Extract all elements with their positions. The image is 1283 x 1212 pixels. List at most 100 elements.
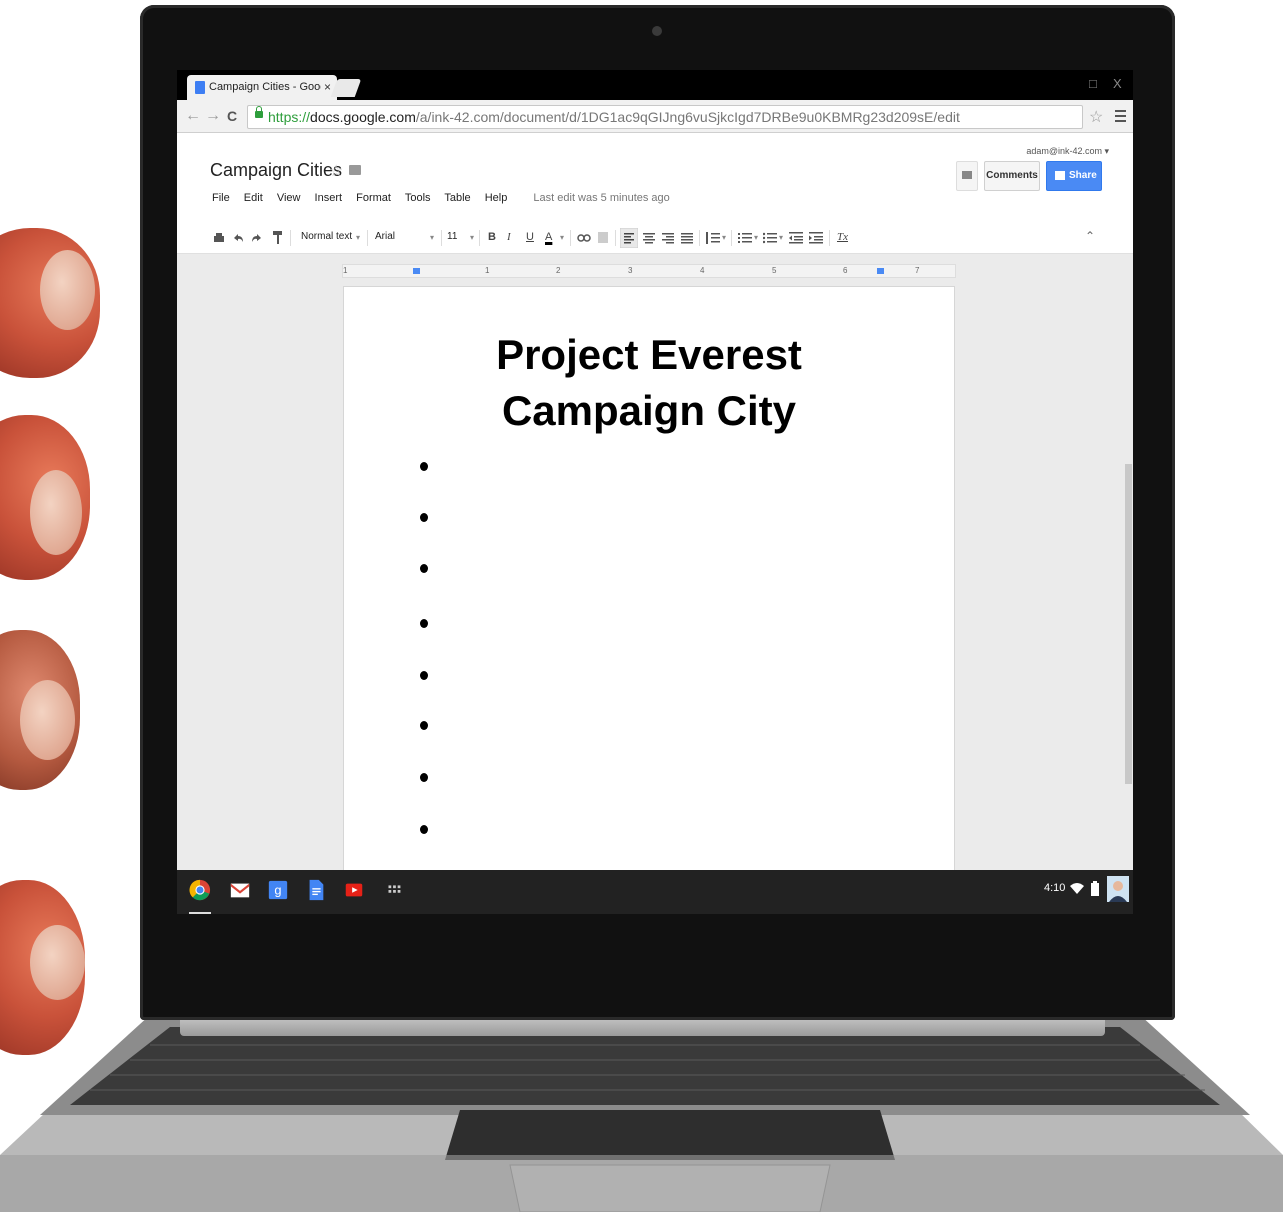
docs-header: Campaign Cities ☆ File Edit View Insert …	[177, 133, 1133, 224]
youtube-icon[interactable]	[343, 878, 365, 902]
browser-menu-icon[interactable]	[1115, 110, 1126, 125]
ruler[interactable]: 1 1 2 3 4 5 6 7	[342, 264, 956, 278]
italic-button[interactable]: I	[507, 231, 511, 243]
clock[interactable]: 4:10	[1044, 882, 1065, 894]
paint-format-icon[interactable]	[273, 230, 283, 246]
clear-formatting-button[interactable]: Tx	[837, 231, 848, 243]
tab-close-icon[interactable]: ×	[324, 80, 331, 94]
font-dropdown-icon[interactable]: ▾	[430, 233, 434, 242]
os-shelf: g 4:10	[177, 870, 1133, 914]
vertical-scrollbar[interactable]	[1125, 464, 1132, 784]
bullet-point[interactable]	[420, 721, 428, 730]
bold-button[interactable]: B	[488, 231, 496, 243]
formatting-toolbar: Normal text ▾ Arial ▾ 11 ▾ B I U A ▾ ▾ ▾…	[177, 223, 1133, 254]
comments-button[interactable]: Comments	[984, 161, 1040, 191]
ruler-number: 4	[700, 266, 705, 275]
bullet-point[interactable]	[420, 462, 428, 471]
close-window-icon[interactable]: X	[1113, 76, 1122, 91]
paragraph-style-select[interactable]: Normal text	[301, 231, 352, 242]
left-indent-marker[interactable]	[413, 268, 420, 274]
app-launcher-icon[interactable]	[383, 878, 405, 902]
menu-file[interactable]: File	[212, 192, 230, 204]
last-edit-status[interactable]: Last edit was 5 minutes ago	[533, 192, 669, 204]
menu-table[interactable]: Table	[444, 192, 470, 204]
style-dropdown-icon[interactable]: ▾	[356, 233, 360, 242]
menu-bar: File Edit View Insert Format Tools Table…	[212, 192, 681, 204]
chat-button[interactable]	[956, 161, 978, 191]
bullet-point[interactable]	[420, 773, 428, 782]
link-icon[interactable]	[577, 234, 591, 242]
comment-icon[interactable]	[597, 231, 609, 245]
bullet-point[interactable]	[420, 825, 428, 834]
menu-edit[interactable]: Edit	[244, 192, 263, 204]
browser-tab[interactable]: Campaign Cities - Googl ×	[187, 75, 337, 100]
user-avatar[interactable]	[1107, 876, 1129, 902]
document-heading[interactable]: Project Everest Campaign City	[344, 327, 954, 439]
line-spacing-icon[interactable]	[706, 232, 720, 244]
folder-icon[interactable]	[349, 165, 361, 175]
line-spacing-dropdown-icon[interactable]: ▾	[722, 233, 726, 242]
maximize-icon[interactable]: □	[1089, 76, 1097, 91]
reload-icon[interactable]: C	[227, 108, 237, 124]
chrome-icon[interactable]	[189, 878, 211, 902]
battery-icon[interactable]	[1091, 881, 1099, 896]
print-icon[interactable]	[213, 232, 225, 244]
bullet-point[interactable]	[420, 671, 428, 680]
align-center-icon[interactable]	[643, 233, 655, 244]
align-left-icon[interactable]	[620, 228, 638, 248]
lock-icon	[255, 106, 263, 118]
ruler-number: 7	[915, 266, 920, 275]
font-select[interactable]: Arial	[375, 231, 395, 242]
align-right-icon[interactable]	[662, 233, 674, 244]
new-tab-button[interactable]	[330, 79, 362, 97]
bullet-point[interactable]	[420, 619, 428, 628]
menu-format[interactable]: Format	[356, 192, 391, 204]
underline-button[interactable]: U	[526, 231, 534, 243]
font-size-select[interactable]: 11	[447, 231, 457, 242]
url-text: https://docs.google.com/a/ink-42.com/doc…	[268, 109, 960, 125]
bulleted-list-dropdown-icon[interactable]: ▾	[779, 233, 783, 242]
gmail-icon[interactable]	[229, 878, 251, 902]
account-email[interactable]: adam@ink-42.com ▾	[1026, 146, 1109, 157]
document-workspace: 1 1 2 3 4 5 6 7 Project Everest Campaign…	[177, 254, 1133, 870]
bookmark-star-icon[interactable]: ☆	[1089, 107, 1103, 127]
google-search-icon[interactable]: g	[267, 878, 289, 902]
justify-icon[interactable]	[681, 233, 693, 244]
document-page[interactable]: Project Everest Campaign City	[344, 287, 954, 870]
menu-help[interactable]: Help	[485, 192, 508, 204]
bulleted-list-icon[interactable]	[763, 232, 777, 244]
document-title[interactable]: Campaign Cities	[210, 160, 342, 181]
forward-icon[interactable]: →	[205, 107, 221, 125]
menu-insert[interactable]: Insert	[315, 192, 343, 204]
undo-icon[interactable]	[232, 232, 244, 244]
menu-tools[interactable]: Tools	[405, 192, 431, 204]
back-icon[interactable]: ←	[185, 107, 201, 125]
tab-title: Campaign Cities - Googl	[209, 81, 321, 93]
bullet-point[interactable]	[420, 513, 428, 522]
size-dropdown-icon[interactable]: ▾	[470, 233, 474, 242]
redo-icon[interactable]	[251, 232, 263, 244]
wifi-icon[interactable]	[1069, 881, 1085, 895]
omnibar: ← → C https://docs.google.com/a/ink-42.c…	[177, 100, 1133, 133]
right-indent-marker[interactable]	[877, 268, 884, 274]
laptop-base	[0, 1015, 1283, 1212]
menu-view[interactable]: View	[277, 192, 301, 204]
svg-text:g: g	[274, 883, 281, 898]
ruler-number: 5	[772, 266, 777, 275]
bullet-point[interactable]	[420, 564, 428, 573]
active-app-indicator	[189, 912, 211, 914]
share-icon	[1055, 171, 1065, 180]
address-bar[interactable]: https://docs.google.com/a/ink-42.com/doc…	[247, 105, 1083, 129]
share-button[interactable]: Share	[1046, 161, 1102, 191]
decrease-indent-icon[interactable]	[789, 232, 803, 244]
increase-indent-icon[interactable]	[809, 232, 823, 244]
text-color-button[interactable]: A	[545, 231, 552, 243]
star-document-icon[interactable]: ☆	[329, 161, 343, 181]
tab-bar: Campaign Cities - Googl × □ X	[177, 70, 1133, 100]
text-color-dropdown-icon[interactable]: ▾	[560, 233, 564, 242]
docs-icon[interactable]	[305, 878, 327, 902]
webcam	[652, 26, 662, 36]
collapse-toolbar-icon[interactable]: ⌃	[1085, 229, 1095, 243]
numbered-list-dropdown-icon[interactable]: ▾	[754, 233, 758, 242]
numbered-list-icon[interactable]	[738, 232, 752, 244]
